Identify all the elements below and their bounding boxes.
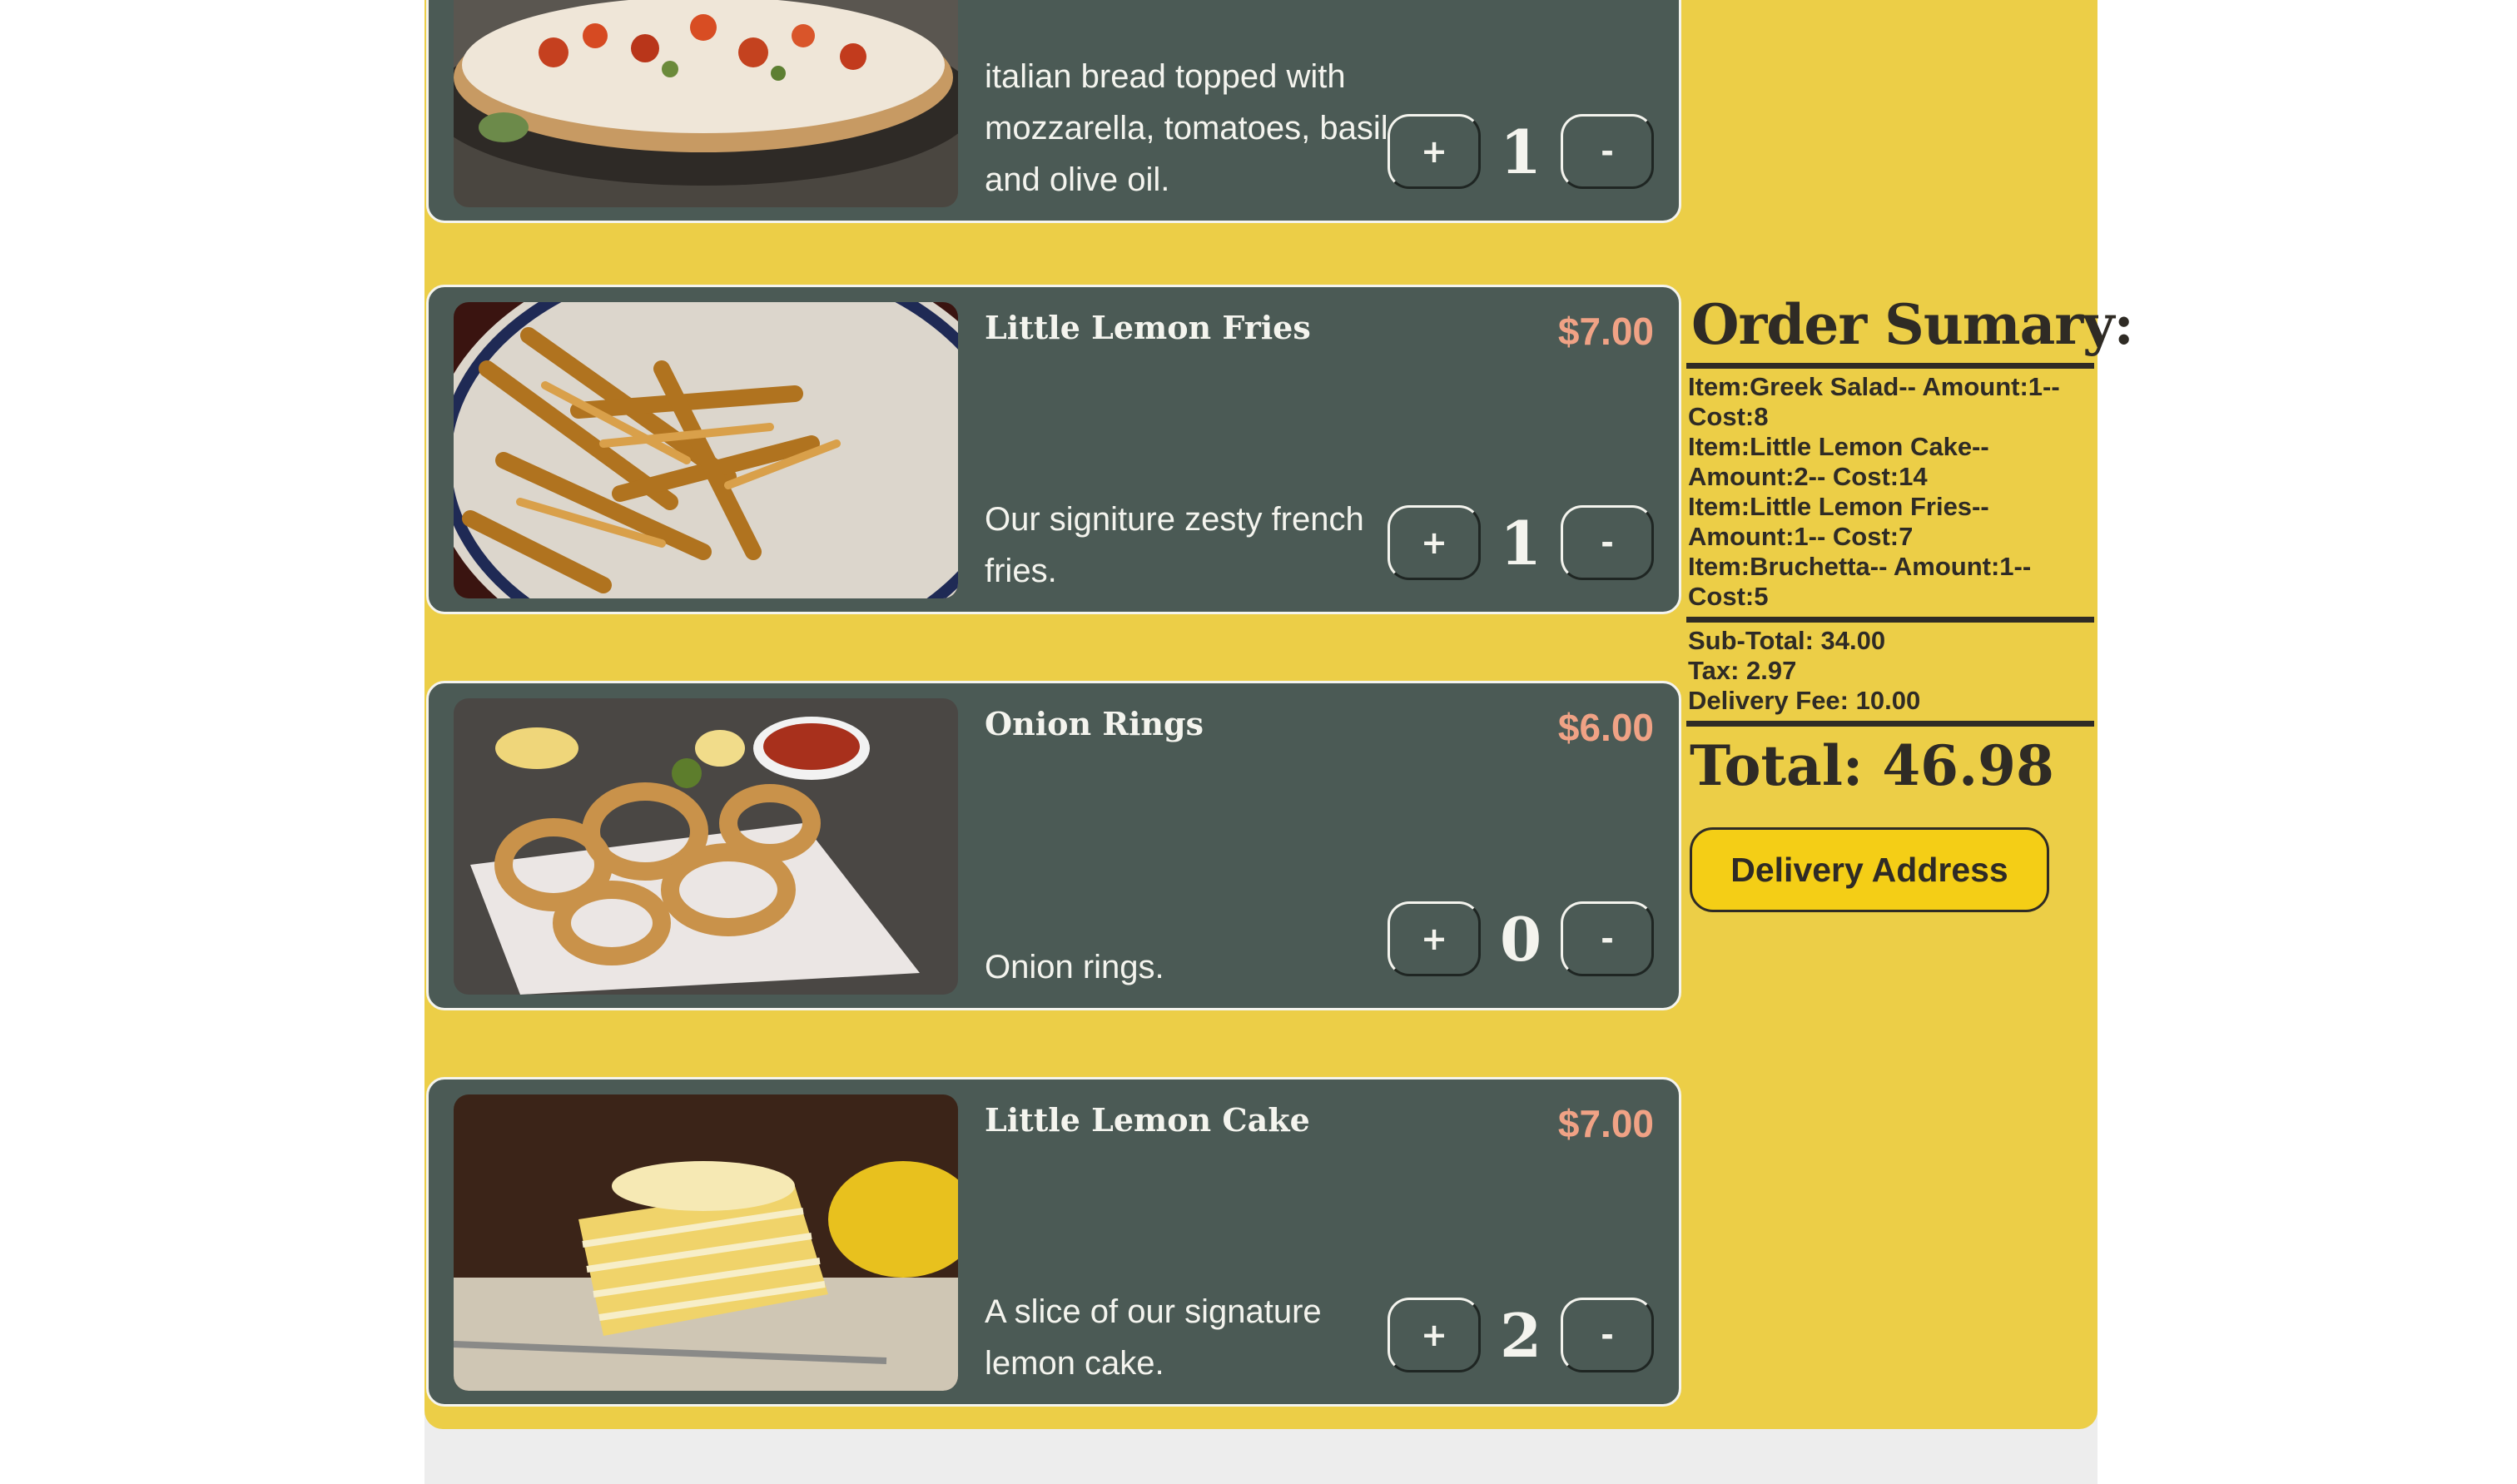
menu-item-card: Little Lemon Fries $7.00 Our signiture z… [426,285,1681,614]
increase-quantity-button[interactable]: + [1388,505,1481,580]
menu-item-name: Little Lemon Fries [985,309,1311,346]
decrease-quantity-button[interactable]: - [1561,1298,1654,1372]
menu-item-description: Onion rings. [985,949,1164,985]
divider [1686,617,2094,623]
quantity-stepper: + 1 - [1388,505,1654,580]
bruschetta-image [454,0,958,207]
decrease-quantity-button[interactable]: - [1561,505,1654,580]
quantity-value: 1 [1499,116,1542,187]
quantity-value: 1 [1499,507,1542,578]
menu-item-name: Little Lemon Cake [985,1101,1310,1139]
delivery-address-button[interactable]: Delivery Address [1690,827,2049,912]
order-line-item: Item:Greek Salad-- Amount:1-- Cost:8 [1688,372,2060,431]
subtotal-text: Sub-Total: 34.00 [1688,626,1886,655]
increase-quantity-button[interactable]: + [1388,114,1481,189]
quantity-stepper: + 0 - [1388,901,1654,976]
order-summary: Order Sumary: Item:Greek Salad-- Amount:… [1686,291,2134,802]
tax-text: Tax: 2.97 [1688,656,1797,685]
quantity-value: 0 [1499,903,1542,975]
menu-item-card: Little Lemon Cake $7.00 A slice of our s… [426,1077,1681,1407]
divider [1686,363,2094,369]
delivery-fee-text: Delivery Fee: 10.00 [1688,686,1921,715]
menu-item-name: Onion Rings [985,705,1204,742]
decrease-quantity-button[interactable]: - [1561,901,1654,976]
menu-item-description: italian bread topped with mozzarella, to… [985,58,1388,198]
increase-quantity-button[interactable]: + [1388,1298,1481,1372]
increase-quantity-button[interactable]: + [1388,901,1481,976]
quantity-stepper: + 2 - [1388,1298,1654,1372]
menu-item-description: A slice of our signature lemon cake. [985,1293,1322,1382]
menu-item-price: $6.00 [1557,706,1654,749]
menu-item-description: Our signiture zesty french fries. [985,501,1364,589]
quantity-value: 2 [1499,1299,1542,1371]
order-summary-title: Order Sumary: [1691,292,2134,357]
fries-image [454,302,958,598]
menu-item-price: $7.00 [1557,1102,1654,1145]
page: italian bread topped with mozzarella, to… [0,0,2517,1484]
quantity-stepper: + 1 - [1388,114,1654,189]
decrease-quantity-button[interactable]: - [1561,114,1654,189]
lemon-cake-image [454,1094,958,1391]
menu-item-card: Onion Rings $6.00 Onion rings. + 0 - [426,681,1681,1010]
onion-rings-image [454,698,958,995]
order-total: Total: 46.98 [1690,733,2054,798]
divider [1686,721,2094,727]
order-line-item: Item:Little Lemon Fries-- Amount:1-- Cos… [1688,492,1989,551]
order-line-item: Item:Little Lemon Cake-- Amount:2-- Cost… [1688,432,1989,491]
order-line-item: Item:Bruchetta-- Amount:1-- Cost:5 [1688,552,2032,611]
menu-item-card: italian bread topped with mozzarella, to… [426,0,1681,223]
menu-item-price: $7.00 [1557,310,1654,353]
